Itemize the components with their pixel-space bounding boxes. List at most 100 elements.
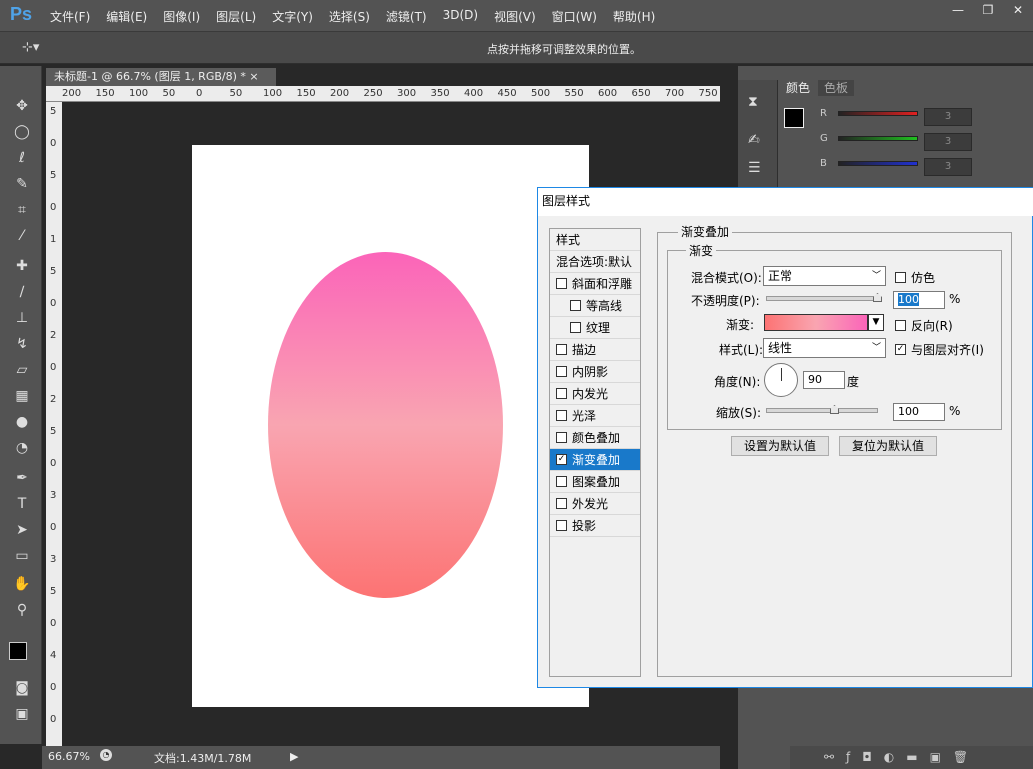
- tab-swatches[interactable]: 色板: [818, 80, 855, 96]
- move-tool-icon[interactable]: ✥: [11, 96, 33, 116]
- color-slider-b[interactable]: B3: [820, 158, 980, 176]
- quick-mask-icon[interactable]: ◙: [11, 678, 33, 698]
- style-item[interactable]: 斜面和浮雕: [550, 273, 640, 295]
- quick-select-icon[interactable]: ✎: [11, 174, 33, 194]
- hand-icon[interactable]: ✋: [11, 574, 33, 594]
- zoom-icon[interactable]: ⚲: [11, 600, 33, 620]
- style-select[interactable]: 线性 ﹀: [763, 338, 886, 358]
- style-item[interactable]: 颜色叠加: [550, 427, 640, 449]
- styles-header[interactable]: 样式: [550, 229, 640, 251]
- style-checkbox[interactable]: [556, 388, 567, 399]
- dither-checkbox[interactable]: 仿色: [895, 269, 935, 286]
- style-checkbox[interactable]: [556, 344, 567, 355]
- style-checkbox[interactable]: [556, 520, 567, 531]
- brush-preset-icon[interactable]: ✍: [748, 132, 760, 148]
- menu-item[interactable]: 窗口(W): [552, 8, 597, 25]
- color-slider-g[interactable]: G3: [820, 133, 980, 151]
- menu-item[interactable]: 帮助(H): [613, 8, 655, 25]
- history-brush-icon[interactable]: ↯: [11, 334, 33, 354]
- style-checkbox[interactable]: [556, 278, 567, 289]
- style-checkbox[interactable]: ✓: [556, 454, 567, 465]
- style-checkbox[interactable]: [570, 300, 581, 311]
- stamp-icon[interactable]: ⊥: [11, 308, 33, 328]
- gradient-swatch[interactable]: [764, 314, 868, 331]
- channel-bar[interactable]: [838, 136, 918, 141]
- angle-input[interactable]: 90: [803, 371, 845, 389]
- menu-item[interactable]: 3D(D): [443, 8, 478, 25]
- brush-icon[interactable]: ∕: [11, 282, 33, 302]
- channel-value[interactable]: 3: [924, 108, 972, 126]
- style-item[interactable]: 外发光: [550, 493, 640, 515]
- healing-brush-icon[interactable]: ✚: [11, 256, 33, 276]
- channel-value[interactable]: 3: [924, 158, 972, 176]
- style-checkbox[interactable]: [556, 476, 567, 487]
- lasso-icon[interactable]: ℓ: [11, 148, 33, 168]
- style-item[interactable]: 内阴影: [550, 361, 640, 383]
- blur-icon[interactable]: ●: [11, 412, 33, 432]
- menu-item[interactable]: 视图(V): [494, 8, 536, 25]
- menu-item[interactable]: 图层(L): [216, 8, 256, 25]
- path-select-icon[interactable]: ➤: [11, 520, 33, 540]
- style-item[interactable]: 光泽: [550, 405, 640, 427]
- minimize-button[interactable]: —: [943, 0, 973, 20]
- maximize-button[interactable]: ❐: [973, 0, 1003, 20]
- menu-item[interactable]: 选择(S): [329, 8, 370, 25]
- gradient-icon[interactable]: ▦: [11, 386, 33, 406]
- dither-box[interactable]: [895, 272, 906, 283]
- style-checkbox[interactable]: [556, 498, 567, 509]
- menu-item[interactable]: 滤镜(T): [386, 8, 427, 25]
- gradient-ellipse[interactable]: [268, 252, 503, 598]
- screen-mode-icon[interactable]: ▣: [11, 704, 33, 724]
- style-item[interactable]: 投影: [550, 515, 640, 537]
- channel-bar[interactable]: [838, 111, 918, 116]
- type-icon[interactable]: T: [11, 494, 33, 514]
- document-tab[interactable]: 未标题-1 @ 66.7% (图层 1, RGB/8) * ×: [46, 68, 276, 86]
- history-icon[interactable]: ⧗: [748, 94, 758, 110]
- opacity-slider[interactable]: [766, 293, 882, 302]
- opacity-input[interactable]: 100: [893, 291, 945, 309]
- style-item[interactable]: 图案叠加: [550, 471, 640, 493]
- blend-mode-select[interactable]: 正常 ﹀: [763, 266, 886, 286]
- channel-value[interactable]: 3: [924, 133, 972, 151]
- scale-slider[interactable]: [766, 405, 878, 414]
- reverse-box[interactable]: [895, 320, 906, 331]
- channel-bar[interactable]: [838, 161, 918, 166]
- pen-icon[interactable]: ✒: [11, 468, 33, 488]
- menu-item[interactable]: 图像(I): [163, 8, 200, 25]
- status-icon[interactable]: ◔: [100, 749, 112, 761]
- adjust-icon[interactable]: ☰: [748, 160, 761, 176]
- style-item[interactable]: 描边: [550, 339, 640, 361]
- shape-icon[interactable]: ▭: [11, 546, 33, 566]
- close-button[interactable]: ✕: [1003, 0, 1033, 20]
- move-tool-icon[interactable]: ⊹▾: [22, 40, 39, 55]
- menu-item[interactable]: 文件(F): [50, 8, 90, 25]
- layer-actions[interactable]: ⚯ƒ◘◐▬▣🗑: [790, 746, 1033, 769]
- menu-item[interactable]: 文字(Y): [272, 8, 313, 25]
- style-checkbox[interactable]: [556, 410, 567, 421]
- menu-item[interactable]: 编辑(E): [106, 8, 147, 25]
- set-default-button[interactable]: 设置为默认值: [731, 436, 829, 456]
- style-checkbox[interactable]: [556, 366, 567, 377]
- close-tab-icon[interactable]: ×: [249, 70, 258, 83]
- style-item[interactable]: 等高线: [550, 295, 640, 317]
- style-checkbox[interactable]: [570, 322, 581, 333]
- scale-input[interactable]: 100: [893, 403, 945, 421]
- ellipse-marquee-icon[interactable]: ◯: [11, 122, 33, 142]
- align-box[interactable]: ✓: [895, 344, 906, 355]
- eyedropper-icon[interactable]: ⁄: [11, 226, 33, 246]
- reverse-checkbox[interactable]: 反向(R): [895, 317, 953, 334]
- reset-default-button[interactable]: 复位为默认值: [839, 436, 937, 456]
- dodge-icon[interactable]: ◔: [11, 438, 33, 458]
- tab-color[interactable]: 颜色: [780, 80, 817, 96]
- style-item[interactable]: ✓ 渐变叠加: [550, 449, 640, 471]
- crop-icon[interactable]: ⌗: [11, 200, 33, 220]
- fg-swatch[interactable]: [784, 108, 804, 128]
- foreground-color[interactable]: [9, 642, 27, 660]
- style-item[interactable]: 纹理: [550, 317, 640, 339]
- style-item[interactable]: 内发光: [550, 383, 640, 405]
- gradient-dropdown-icon[interactable]: ▼: [868, 314, 884, 331]
- angle-dial[interactable]: [764, 363, 798, 397]
- status-arrow-icon[interactable]: ▶: [290, 750, 298, 763]
- style-checkbox[interactable]: [556, 432, 567, 443]
- color-slider-r[interactable]: R3: [820, 108, 980, 126]
